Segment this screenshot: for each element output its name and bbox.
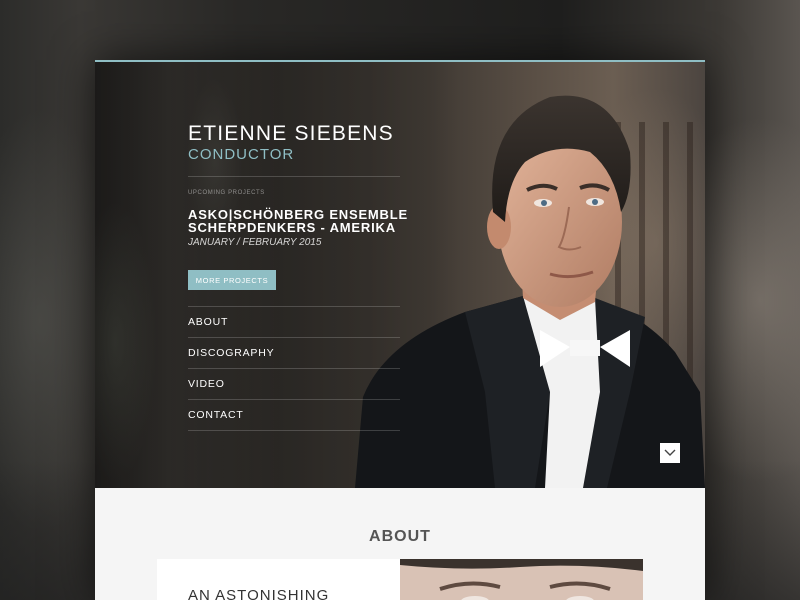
site-title: ETIENNE SIEBENS <box>188 122 394 145</box>
nav-item-discography[interactable]: DISCOGRAPHY <box>188 337 400 368</box>
project-date: JANUARY / FEBRUARY 2015 <box>188 237 322 248</box>
about-teaser-heading: AN ASTONISHING <box>188 587 330 600</box>
hero-section: ETIENNE SIEBENS CONDUCTOR UPCOMING PROJE… <box>95 62 705 488</box>
about-section: ABOUT AN ASTONISHING <box>95 488 705 600</box>
upcoming-projects-label: UPCOMING PROJECTS <box>188 190 265 196</box>
about-heading: ABOUT <box>369 528 431 545</box>
chevron-down-icon <box>664 449 676 456</box>
project-title-line-2: SCHERPDENKERS - AMERIKA <box>188 220 396 235</box>
divider <box>188 176 400 177</box>
about-photo <box>400 559 643 600</box>
site-subtitle: CONDUCTOR <box>188 146 295 163</box>
scroll-down-button[interactable] <box>660 443 680 463</box>
website-mockup: ETIENNE SIEBENS CONDUCTOR UPCOMING PROJE… <box>95 60 705 600</box>
nav-item-about[interactable]: ABOUT <box>188 306 400 337</box>
nav-item-video[interactable]: VIDEO <box>188 368 400 399</box>
divider <box>188 430 400 431</box>
nav-item-contact[interactable]: CONTACT <box>188 399 400 430</box>
more-projects-button[interactable]: MORE PROJECTS <box>188 270 276 290</box>
project-title: ASKO|SCHÖNBERG ENSEMBLE SCHERPDENKERS - … <box>188 208 408 234</box>
about-card: AN ASTONISHING <box>157 559 400 600</box>
